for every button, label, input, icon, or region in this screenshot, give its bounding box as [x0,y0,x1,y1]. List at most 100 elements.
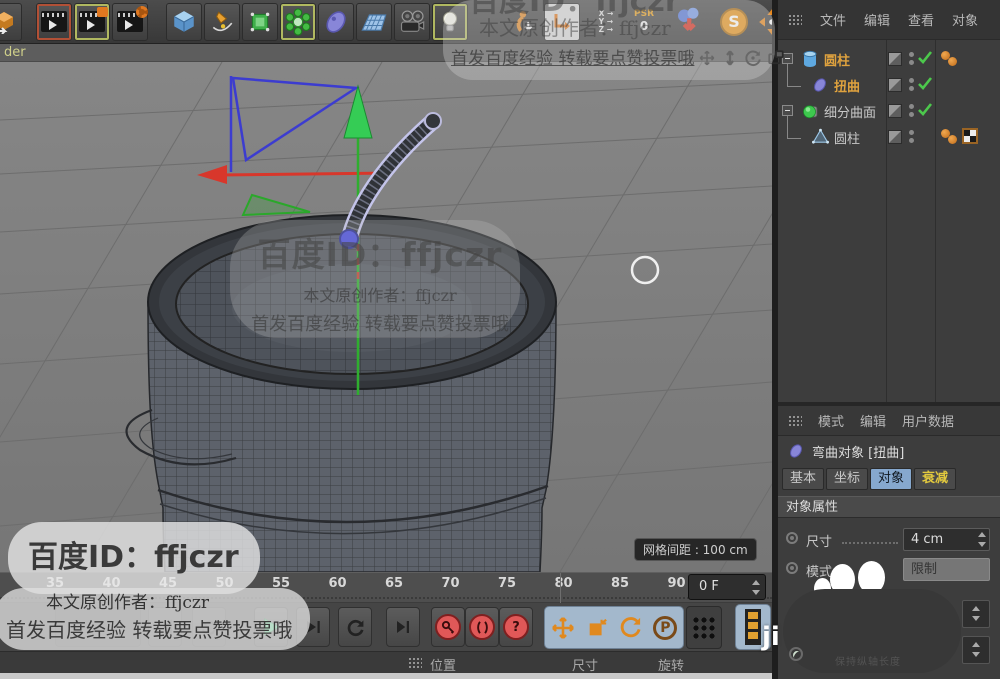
size-row-label: 尺寸 [806,531,832,550]
bend-deformer-icon [788,443,804,459]
layer-chip[interactable] [888,130,902,144]
object-manager-tree: 圆柱 扭曲 细分曲面 [778,40,1000,402]
mode-value: 限制 [911,562,937,577]
record-options-group: P [544,606,684,649]
clapper-icon [41,11,67,32]
timeline-frame-line [560,573,561,603]
menu-handle-icon[interactable] [788,415,802,427]
layer-chip[interactable] [888,104,902,118]
tree-row-sds[interactable]: 细分曲面 [778,98,1000,124]
size-spinner[interactable] [977,532,987,547]
record-parameter-toggle[interactable]: P [653,616,677,640]
watermark-center: 百度ID：ffjczr 本文原创作者：ffjczr 首发百度经验 转载要点赞投票… [240,228,520,336]
tab-basic[interactable]: 基本 [782,468,824,490]
tag-icons[interactable] [941,51,959,67]
help-button[interactable]: ? [499,607,533,647]
enabled-check-icon[interactable] [917,75,933,91]
attr-menu-userdata[interactable]: 用户数据 [902,411,954,430]
object-label[interactable]: 圆柱 [824,50,850,69]
polygon-object-icon [812,128,829,145]
rotation-label: 旋转 [658,655,684,674]
frame-spinner[interactable] [751,580,761,595]
size-combo[interactable]: 4 cm [903,528,990,551]
visibility-dots[interactable] [909,52,914,66]
record-rotation-toggle[interactable] [619,616,642,639]
record-point-level-toggle[interactable] [686,606,722,649]
object-label[interactable]: 扭曲 [834,76,860,95]
animation-dot-icon[interactable] [786,562,798,574]
record-scale-toggle[interactable] [586,617,608,639]
render-settings-button[interactable] [112,3,148,41]
tab-coordinates[interactable]: 坐标 [826,468,868,490]
object-manager-menu: 文件 编辑 查看 对象 [778,0,1000,40]
attribute-menu: 模式 编辑 用户数据 [778,406,1000,436]
add-modeling-object-button[interactable] [242,3,278,41]
enabled-check-icon[interactable] [917,49,933,65]
om-menu-file[interactable]: 文件 [820,10,846,29]
tree-row-cylinder-polygon[interactable]: 圆柱 [778,124,1000,150]
help-glyph: ? [503,614,529,640]
add-camera-button[interactable] [394,3,430,41]
tree-row-bend[interactable]: 扭曲 [778,72,1000,98]
current-frame-field[interactable]: 0 F [688,574,766,600]
layer-chip[interactable] [888,78,902,92]
watermark-share: 首发百度经验 转载要点赞投票哦 [240,310,520,336]
object-properties-header[interactable]: 对象属性 [778,496,1000,518]
render-picture-viewer-button[interactable] [74,3,110,41]
grid-spacing-label: 网格间距 : 100 cm [634,538,757,561]
object-label[interactable]: 细分曲面 [824,102,876,121]
object-label[interactable]: 圆柱 [834,128,860,147]
add-deformer-button[interactable] [318,3,354,41]
x-axis-arrow[interactable] [218,173,390,175]
visibility-dots[interactable] [909,78,914,92]
om-menu-view[interactable]: 查看 [908,10,934,29]
watermark-author: 本文原创作者：ffjczr [46,588,209,613]
add-generator-button[interactable] [280,3,316,41]
visibility-dots[interactable] [909,104,914,118]
watermark-dark-blob: 保持纵轴长度 [783,589,961,673]
clapper-icon [117,11,143,32]
timeline-tick: 65 [379,576,409,591]
tree-row-cylinder[interactable]: 圆柱 [778,46,1000,72]
timeline-tick: 75 [492,576,522,591]
timeline-tick: 90 [662,576,692,591]
loop-button[interactable] [338,607,372,647]
animation-dot-icon[interactable] [786,532,798,544]
angle-spinner[interactable] [962,636,990,664]
spline-pen-button[interactable] [204,3,240,41]
goto-end-button[interactable] [386,607,420,647]
enabled-check-icon[interactable] [917,101,933,117]
attr-menu-edit[interactable]: 编辑 [860,411,886,430]
attribute-tabs: 基本 坐标 对象 衰减 [778,466,1000,492]
autokey-button[interactable] [465,607,499,647]
layer-chip[interactable] [888,52,902,66]
menu-handle-icon[interactable] [788,14,802,26]
mode-row-label: 模式 [806,561,832,580]
render-view-button[interactable] [36,3,72,41]
undo-cube-icon[interactable] [0,3,22,41]
collapse-toggle[interactable] [782,105,793,116]
grid-handle-icon[interactable] [408,657,422,669]
visibility-dots[interactable] [909,130,914,144]
keep-length-label: 保持纵轴长度 [835,653,901,668]
uv-tag-icon[interactable] [962,128,978,144]
right-panel: 文件 编辑 查看 对象 圆柱 [778,0,1000,679]
cylinder-icon [802,50,818,68]
attribute-title-text: 弯曲对象 [扭曲] [812,442,904,461]
attr-menu-mode[interactable]: 模式 [818,411,844,430]
om-menu-edit[interactable]: 编辑 [864,10,890,29]
mode-combo[interactable]: 限制 [903,558,990,581]
size-row: 尺寸 4 cm [778,524,1000,554]
dotted-leader [842,542,898,544]
record-keyframe-button[interactable] [431,607,465,647]
strength-spinner[interactable] [962,600,990,628]
tag-icons[interactable] [941,129,959,145]
tab-object[interactable]: 对象 [870,468,912,490]
tab-falloff[interactable]: 衰减 [914,468,956,490]
watermark-share: 首发百度经验 转载要点赞投票哦 [6,614,292,643]
add-cube-primitive-button[interactable] [166,3,202,41]
record-position-toggle[interactable] [551,616,575,640]
om-menu-objects[interactable]: 对象 [952,10,978,29]
add-environment-button[interactable] [356,3,392,41]
size-label: 尺寸 [572,655,598,674]
